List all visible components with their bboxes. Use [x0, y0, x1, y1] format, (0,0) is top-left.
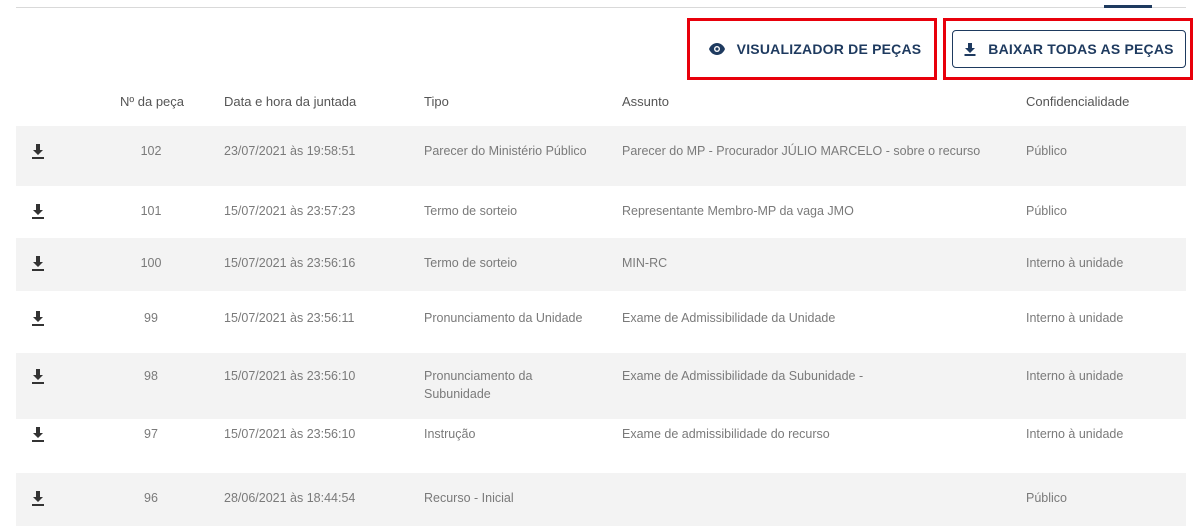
table-header: Nº da peça Data e hora da juntada Tipo A… [0, 90, 1201, 116]
view-pieces-label: VISUALIZADOR DE PEÇAS [736, 41, 922, 57]
download-all-label: BAIXAR TODAS AS PEÇAS [988, 41, 1174, 57]
table-row: 100 15/07/2021 às 23:56:16 Termo de sort… [16, 238, 1186, 291]
cell-date: 15/07/2021 às 23:57:23 [224, 204, 356, 218]
cell-tipo: Parecer do Ministério Público [424, 144, 587, 158]
view-pieces-button[interactable]: VISUALIZADOR DE PEÇAS [705, 32, 925, 66]
download-all-button[interactable]: BAIXAR TODAS AS PEÇAS [952, 30, 1186, 68]
cell-assunto: Parecer do MP - Procurador JÚLIO MARCELO… [622, 144, 981, 158]
cell-date: 15/07/2021 às 23:56:10 [224, 427, 356, 441]
cell-tipo: Instrução [424, 427, 476, 441]
cell-date: 15/07/2021 às 23:56:11 [224, 311, 355, 325]
download-icon [964, 42, 976, 56]
cell-tipo: Recurso - Inicial [424, 491, 514, 505]
cell-conf: Interno à unidade [1026, 311, 1124, 325]
download-icon[interactable] [29, 254, 47, 272]
cell-conf: Interno à unidade [1026, 256, 1124, 270]
cell-assunto: Exame de Admissibilidade da Unidade [622, 311, 836, 325]
cell-date: 23/07/2021 às 19:58:51 [224, 144, 356, 158]
header-conf: Confidencialidade [1026, 94, 1130, 109]
cell-date: 15/07/2021 às 23:56:10 [224, 369, 356, 383]
cell-assunto: Exame de admissibilidade do recurso [622, 427, 830, 441]
cell-conf: Interno à unidade [1026, 427, 1124, 441]
cell-num: 98 [144, 369, 158, 383]
toolbar: VISUALIZADOR DE PEÇAS BAIXAR TODAS AS PE… [0, 18, 1201, 80]
cell-assunto: MIN-RC [622, 256, 668, 270]
cell-conf: Público [1026, 491, 1067, 505]
cell-num: 97 [144, 427, 158, 441]
header-num: Nº da peça [120, 94, 185, 109]
cell-num: 96 [144, 491, 158, 505]
cell-tipo: Termo de sorteio [424, 204, 518, 218]
cell-date: 15/07/2021 às 23:56:16 [224, 256, 356, 270]
header-tipo: Tipo [424, 94, 449, 109]
download-icon[interactable] [29, 202, 47, 220]
header-assunto: Assunto [622, 94, 669, 109]
cell-tipo: Pronunciamento da Unidade [424, 311, 583, 325]
table-row: 96 28/06/2021 às 18:44:54 Recurso - Inic… [16, 473, 1186, 526]
table-row: 101 15/07/2021 às 23:57:23 Termo de sort… [16, 186, 1186, 238]
download-icon[interactable] [29, 425, 47, 443]
table-row: 99 15/07/2021 às 23:56:11 Pronunciamento… [16, 291, 1186, 353]
download-icon[interactable] [29, 489, 47, 507]
cell-num: 100 [140, 256, 162, 270]
cell-assunto: Exame de Admissibilidade da Subunidade - [622, 369, 864, 383]
top-divider [16, 7, 1186, 8]
cell-conf: Interno à unidade [1026, 369, 1124, 383]
download-icon[interactable] [29, 142, 47, 160]
table-row: 102 23/07/2021 às 19:58:51 Parecer do Mi… [16, 126, 1186, 186]
cell-num: 101 [140, 204, 162, 218]
download-icon[interactable] [29, 309, 47, 327]
table-row: 98 15/07/2021 às 23:56:10 Pronunciamento… [16, 353, 1186, 419]
cell-date: 28/06/2021 às 18:44:54 [224, 491, 356, 505]
active-tab-indicator [1104, 5, 1152, 8]
cell-assunto: Representante Membro-MP da vaga JMO [622, 204, 854, 218]
eye-icon [708, 43, 725, 55]
cell-tipo: Pronunciamento da Subunidade [424, 369, 533, 401]
cell-tipo: Termo de sorteio [424, 256, 518, 270]
header-date: Data e hora da juntada [224, 94, 357, 109]
cell-num: 102 [140, 144, 162, 158]
cell-num: 99 [144, 311, 158, 325]
cell-conf: Público [1026, 204, 1067, 218]
cell-conf: Público [1026, 144, 1067, 158]
table-row: 97 15/07/2021 às 23:56:10 Instrução Exam… [16, 419, 1186, 473]
download-icon[interactable] [29, 367, 47, 385]
